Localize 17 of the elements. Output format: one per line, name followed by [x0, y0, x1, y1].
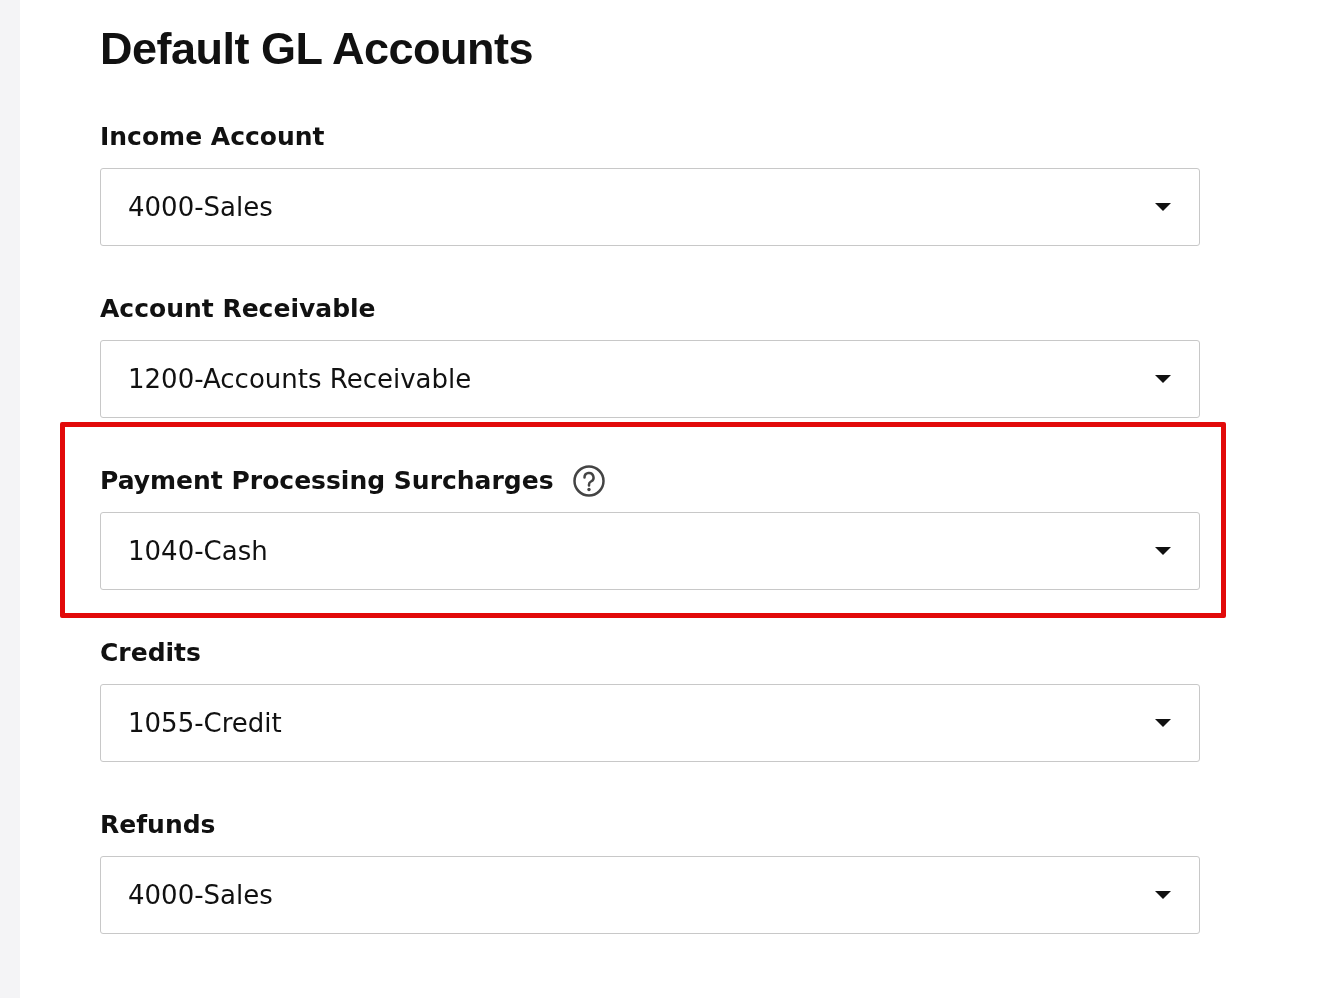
account-dropdown[interactable]: 1200-Accounts Receivable	[100, 340, 1200, 418]
account-dropdown[interactable]: 1055-Credit	[100, 684, 1200, 762]
account-dropdown[interactable]: 1040-Cash	[100, 512, 1200, 590]
field-label: Refunds	[100, 809, 216, 841]
caret-icon	[1155, 375, 1171, 383]
field-label: Credits	[100, 637, 201, 669]
account-dropdown[interactable]: 4000-Sales	[100, 856, 1200, 934]
field-label: Account Receivable	[100, 293, 376, 325]
help-icon[interactable]	[571, 464, 606, 498]
field-label: Payment Processing Surcharges	[100, 465, 554, 497]
page-title: Default GL Accounts	[100, 22, 535, 76]
caret-icon	[1155, 891, 1171, 899]
caret-icon	[1155, 547, 1171, 555]
account-dropdown[interactable]: 4000-Sales	[100, 168, 1200, 246]
caret-icon	[1155, 203, 1171, 211]
field-label: Income Account	[100, 121, 325, 153]
caret-icon	[1155, 719, 1171, 727]
